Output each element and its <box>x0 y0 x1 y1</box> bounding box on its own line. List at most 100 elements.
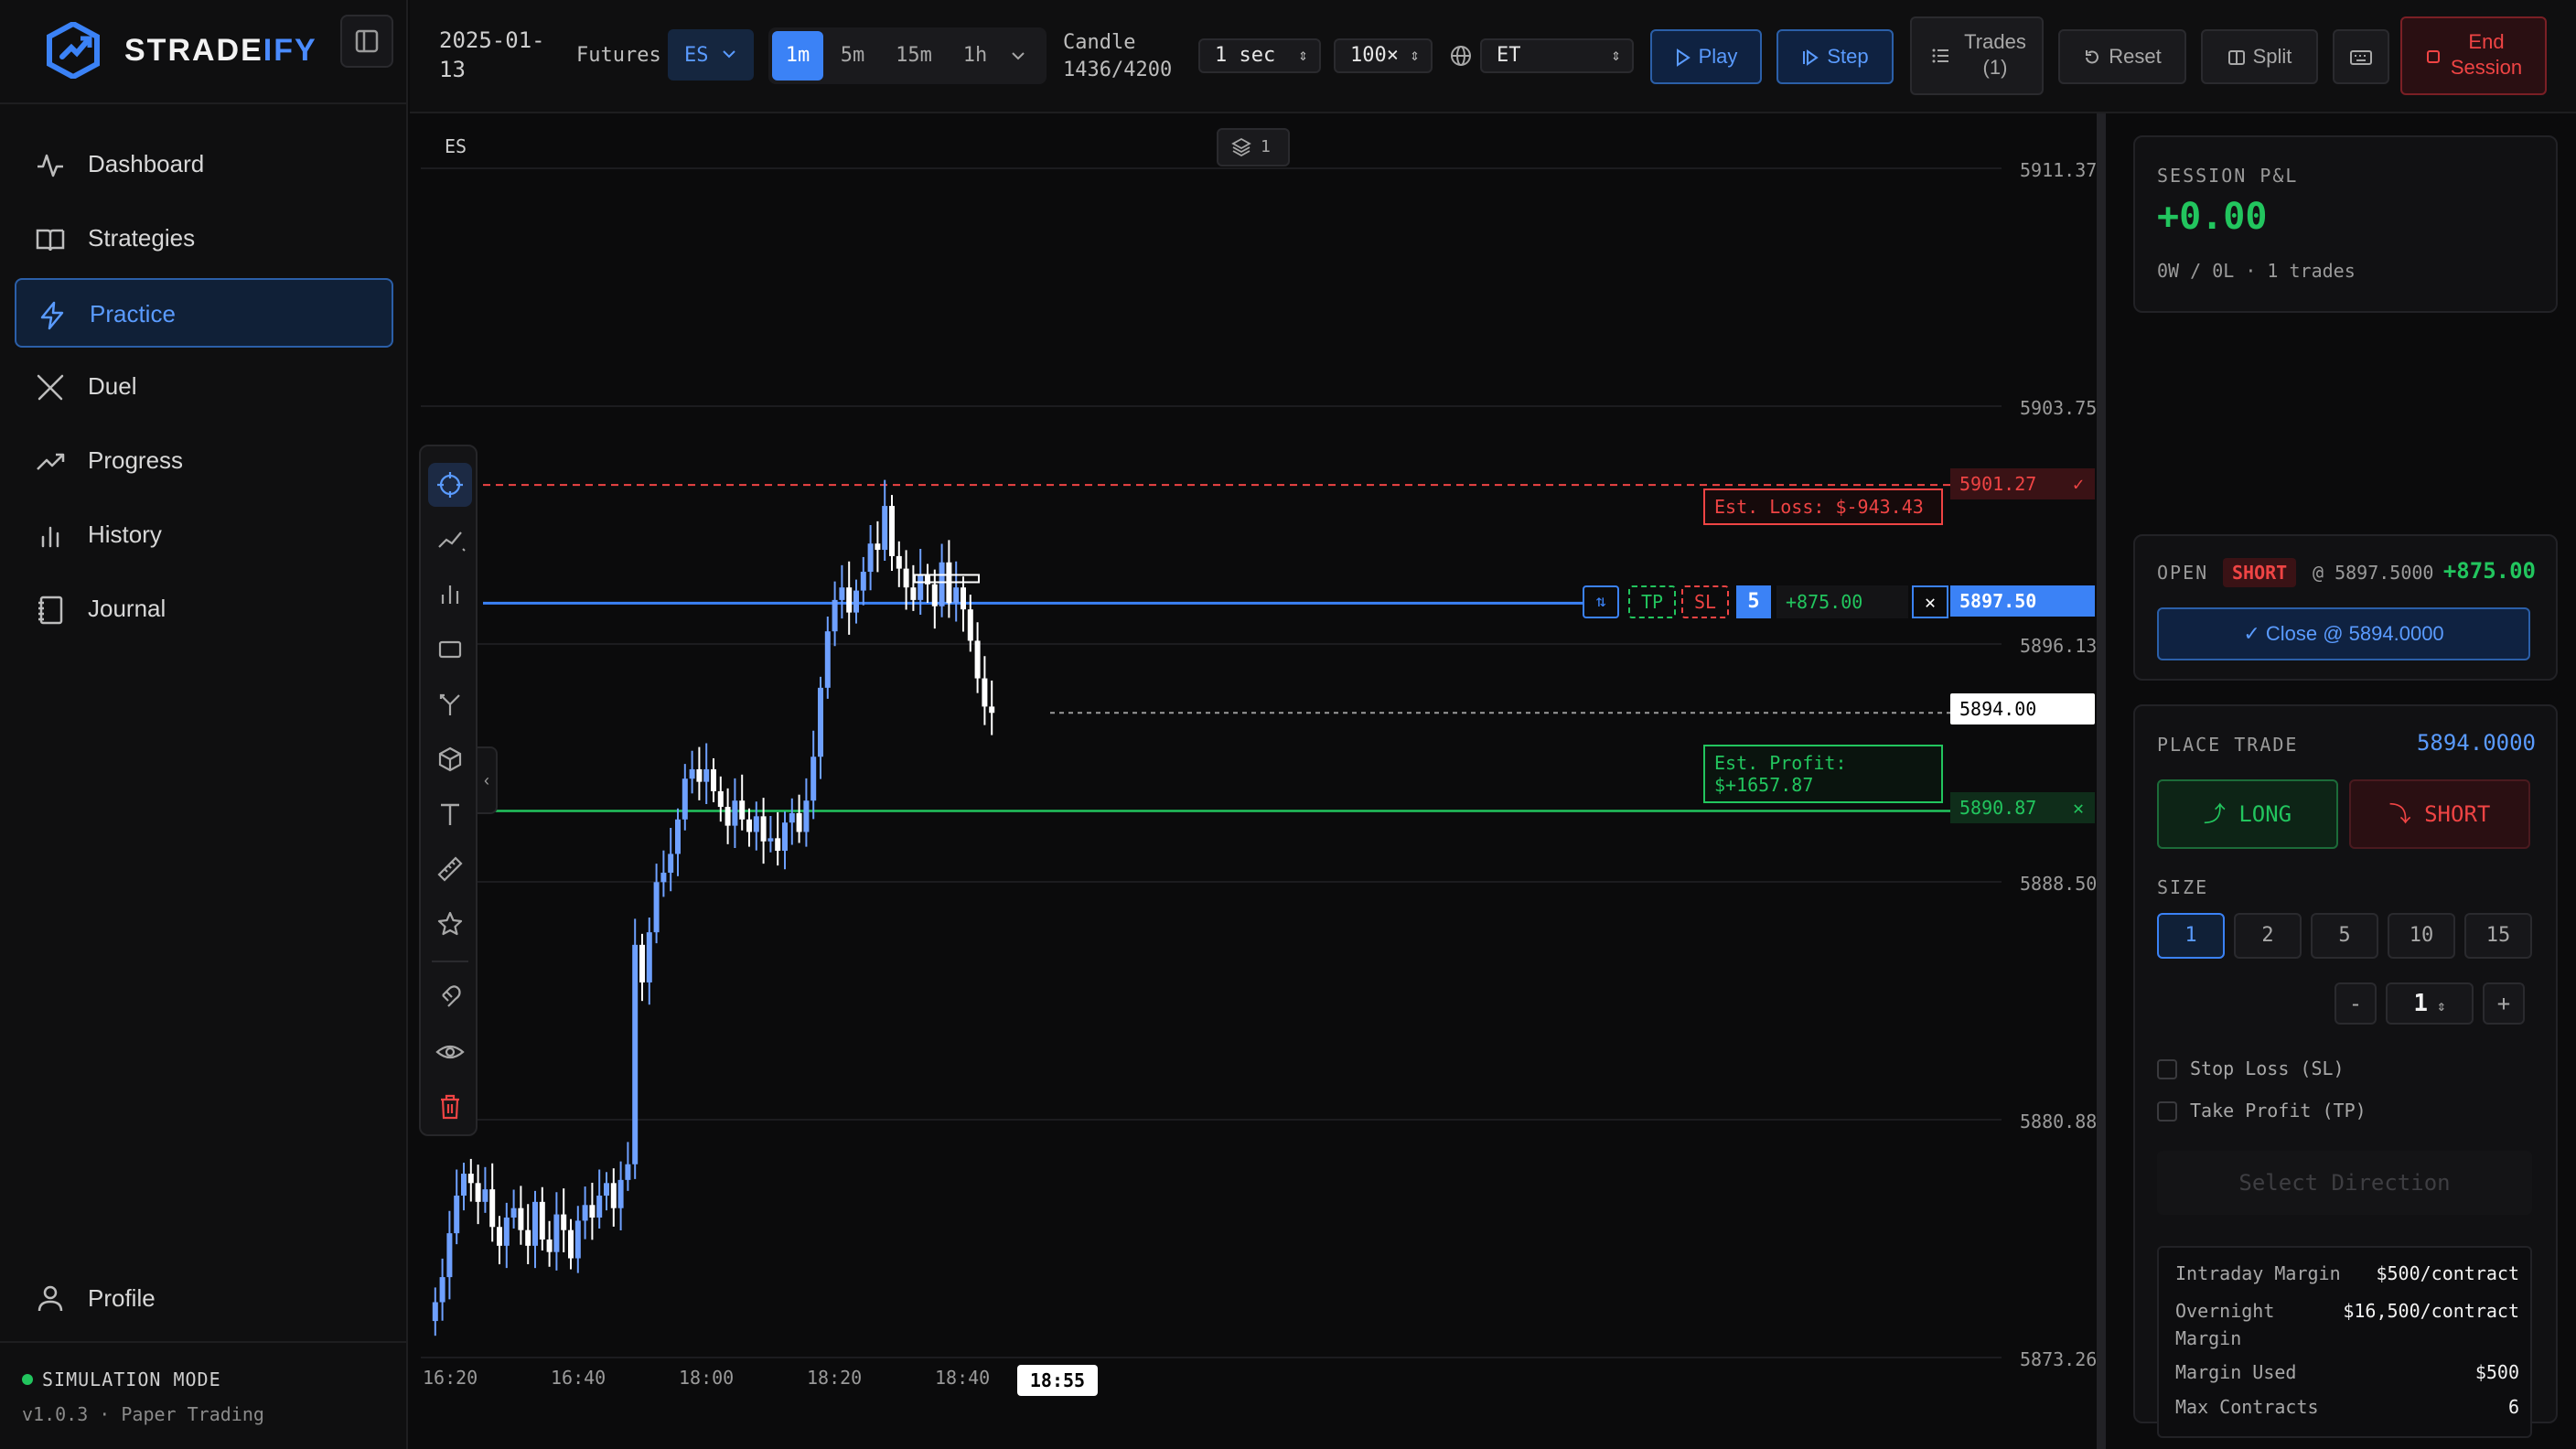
candle-counter: Candle 1436/4200 <box>1063 31 1173 81</box>
eye-icon <box>435 1045 465 1059</box>
timeframe-15m-button[interactable]: 15m <box>882 31 946 80</box>
visibility-tool-button[interactable] <box>428 1030 472 1074</box>
long-button[interactable]: ⤴ LONG <box>2157 779 2338 849</box>
sidebar-item-profile[interactable]: Profile <box>15 1262 393 1332</box>
ruler-tool-button[interactable] <box>428 847 472 891</box>
play-icon <box>1676 48 1690 68</box>
size-1-button[interactable]: 1 <box>2157 913 2225 959</box>
check-icon: ✓ <box>2243 622 2266 645</box>
3d-tool-button[interactable] <box>428 737 472 781</box>
sidebar-item-duel[interactable]: Duel <box>15 352 393 422</box>
close-icon: ✕ <box>1924 591 1937 613</box>
candle-body <box>689 768 695 779</box>
sidebar: STRADEIFY Dashboard Strategies Practice <box>0 0 408 1449</box>
candle-body <box>668 853 674 874</box>
timeframe-5m-button[interactable]: 5m <box>827 31 878 80</box>
size-10-button[interactable]: 10 <box>2388 913 2455 959</box>
simulation-status: SIMULATION MODE v1.0.3 · Paper Trading <box>0 1341 408 1449</box>
time-axis-label: 18:20 <box>807 1367 863 1389</box>
candle-body <box>796 812 802 832</box>
chevron-down-icon[interactable] <box>1010 48 1026 64</box>
est-profit-box: Est. Profit: $+1657.87 <box>1703 745 1943 803</box>
version-label: v1.0.3 · Paper Trading <box>22 1403 264 1425</box>
size-input[interactable]: 1 ⇕ <box>2386 982 2474 1025</box>
updown-icon: ⇕ <box>1410 46 1420 65</box>
take-profit-price-tag[interactable]: 5890.87 ✕ <box>1950 792 2095 823</box>
sidebar-item-journal[interactable]: Journal <box>15 574 393 644</box>
text-tool-button[interactable] <box>428 792 472 836</box>
close-icon[interactable]: ✕ <box>2073 792 2084 823</box>
size-15-button[interactable]: 15 <box>2464 913 2532 959</box>
take-profit-checkbox[interactable] <box>2157 1101 2177 1122</box>
candle-body <box>739 800 746 820</box>
magnet-tool-button[interactable] <box>428 975 472 1019</box>
session-pnl-value: +0.00 <box>2157 196 2268 238</box>
stop-loss-price-tag[interactable]: 5901.27 ✓ <box>1950 468 2095 499</box>
drawing-toolbar <box>419 445 478 1136</box>
trend-line-icon <box>438 531 466 552</box>
sidebar-item-label: Duel <box>88 372 137 400</box>
reset-button[interactable]: Reset <box>2058 29 2186 84</box>
close-position-panel-button[interactable]: ✓ Close @ 5894.0000 <box>2157 607 2530 660</box>
submit-trade-button[interactable]: Select Direction <box>2157 1151 2532 1215</box>
sidebar-item-practice[interactable]: Practice <box>15 278 393 348</box>
crosshair-tool-button[interactable] <box>428 463 472 507</box>
swords-icon <box>37 374 64 401</box>
short-button[interactable]: ⤵ SHORT <box>2349 779 2530 849</box>
symbol-select[interactable]: ES <box>668 29 754 80</box>
reset-icon <box>2086 50 2099 64</box>
sidebar-item-history[interactable]: History <box>15 500 393 570</box>
star-icon <box>437 911 463 936</box>
candle-body <box>625 1164 631 1180</box>
end-session-button[interactable]: End Session <box>2400 16 2547 95</box>
favorites-tool-button[interactable] <box>428 902 472 946</box>
text-icon <box>441 803 459 825</box>
trend-line-tool-button[interactable] <box>428 518 472 562</box>
chevron-down-icon <box>723 50 735 59</box>
play-button[interactable]: Play <box>1650 29 1762 84</box>
price-chart[interactable]: ES 1 5911.37 5903.75 5896.13 5888.50 588… <box>410 113 2097 1449</box>
delete-drawings-button[interactable] <box>428 1085 472 1129</box>
candle-body <box>532 1201 538 1246</box>
split-button[interactable]: Split <box>2201 29 2318 84</box>
step-button[interactable]: Step <box>1776 29 1894 84</box>
timezone-select[interactable]: ET ⇕ <box>1480 38 1634 73</box>
indicator-tool-button[interactable] <box>428 573 472 617</box>
size-increment-button[interactable]: + <box>2483 982 2525 1025</box>
size-decrement-button[interactable]: - <box>2334 982 2377 1025</box>
speed-select[interactable]: 1 sec ⇕ <box>1198 38 1321 73</box>
size-5-button[interactable]: 5 <box>2311 913 2378 959</box>
reverse-position-button[interactable]: ⇅ <box>1583 585 1619 618</box>
fork-tool-button[interactable] <box>428 682 472 726</box>
candle-body <box>574 1220 581 1259</box>
layers-icon <box>1231 137 1251 157</box>
timeframe-1m-button[interactable]: 1m <box>772 31 823 80</box>
sidebar-item-dashboard[interactable]: Dashboard <box>15 130 393 199</box>
panel-resize-handle[interactable] <box>2097 113 2106 1449</box>
stop-loss-checkbox[interactable] <box>2157 1059 2177 1079</box>
layers-button[interactable]: 1 <box>1217 128 1290 166</box>
candle-body <box>475 1183 481 1202</box>
trades-button[interactable]: Trades (1) <box>1910 16 2044 95</box>
candle-body <box>568 1229 574 1259</box>
add-tp-button[interactable]: TP <box>1628 585 1676 618</box>
rectangle-tool-button[interactable] <box>428 628 472 671</box>
sidebar-item-progress[interactable]: Progress <box>15 426 393 496</box>
take-profit-option-label: Take Profit (TP) <box>2190 1100 2367 1122</box>
collapse-toolbar-button[interactable]: ‹ <box>478 746 498 814</box>
open-position-card: OPEN SHORT @ 5897.5000 +875.00 ✓ Close @… <box>2133 534 2558 681</box>
collapse-sidebar-button[interactable] <box>340 15 393 68</box>
candle-body <box>660 873 667 883</box>
size-2-button[interactable]: 2 <box>2234 913 2302 959</box>
close-position-button[interactable]: ✕ <box>1912 585 1948 618</box>
candle-body <box>482 1189 488 1202</box>
keyboard-shortcuts-button[interactable] <box>2333 29 2389 84</box>
add-sl-button[interactable]: SL <box>1681 585 1729 618</box>
session-pnl-card: SESSION P&L +0.00 0W / 0L · 1 trades <box>2133 135 2558 313</box>
multiplier-select[interactable]: 100× ⇕ <box>1334 38 1433 73</box>
sidebar-item-label: History <box>88 521 162 548</box>
sidebar-item-strategies[interactable]: Strategies <box>15 204 393 274</box>
timeframe-1h-button[interactable]: 1h <box>950 31 1001 80</box>
session-date[interactable]: 2025-01- 13 <box>439 26 558 84</box>
candle-body <box>896 555 902 569</box>
